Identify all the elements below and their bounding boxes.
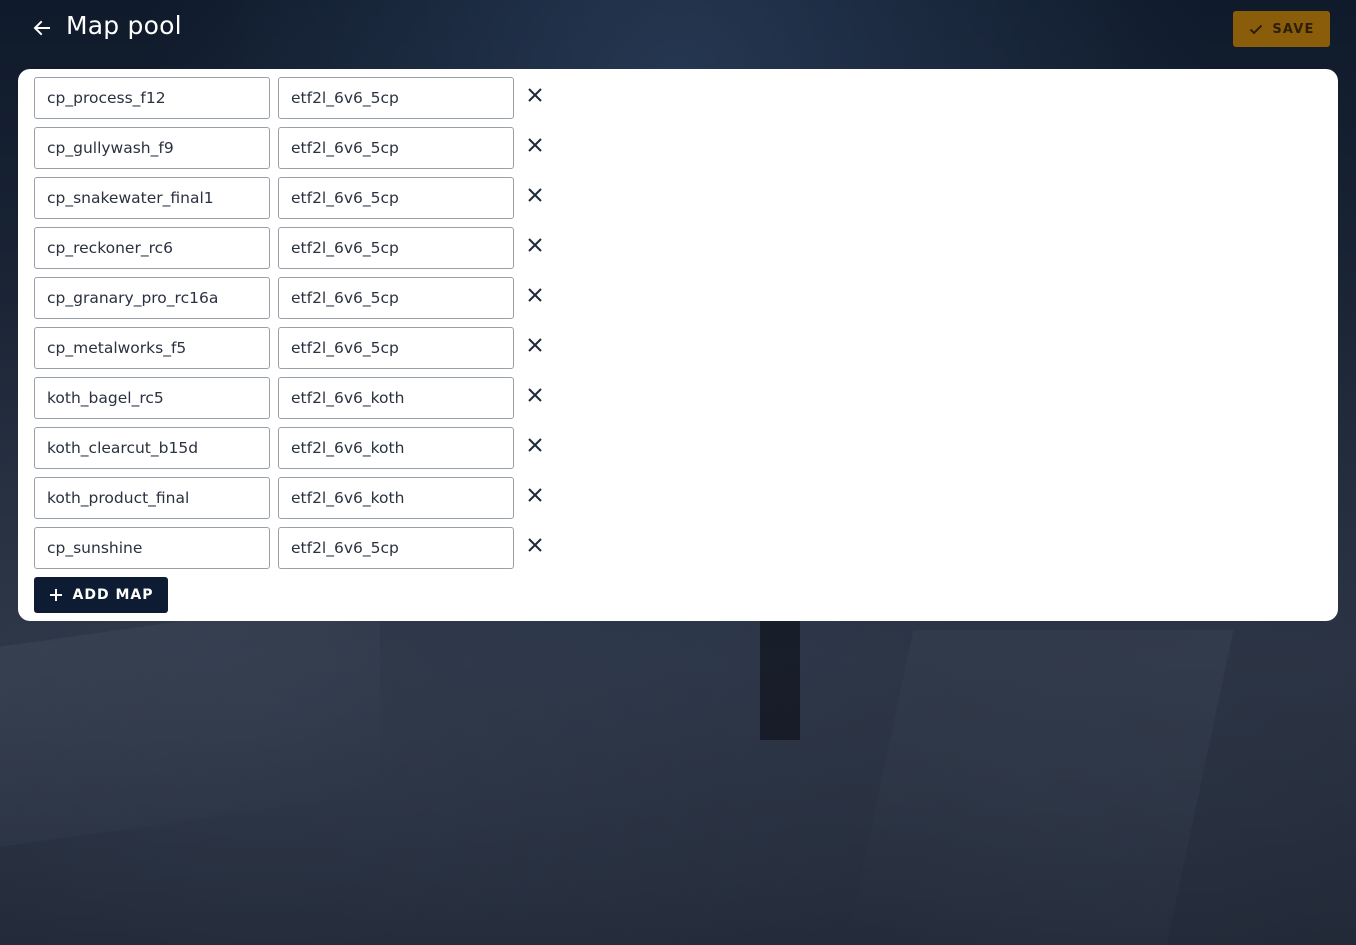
close-icon [528,388,542,402]
config-name-input[interactable] [278,227,514,269]
map-row [34,377,574,419]
map-pool-panel: ADD MAP [18,69,1338,621]
map-name-input[interactable] [34,77,270,119]
map-name-input[interactable] [34,377,270,419]
map-row [34,477,574,519]
map-row [34,327,574,369]
remove-map-button[interactable] [523,533,547,557]
remove-map-button[interactable] [523,433,547,457]
config-name-input[interactable] [278,377,514,419]
map-name-input[interactable] [34,327,270,369]
config-name-input[interactable] [278,177,514,219]
remove-map-button[interactable] [523,333,547,357]
map-name-input[interactable] [34,277,270,319]
close-icon [528,188,542,202]
map-name-input[interactable] [34,427,270,469]
add-map-label: ADD MAP [72,587,154,603]
remove-map-button[interactable] [523,283,547,307]
arrow-left-icon [33,20,50,36]
remove-map-button[interactable] [523,233,547,257]
close-icon [528,438,542,452]
map-row [34,77,574,119]
map-name-input[interactable] [34,127,270,169]
remove-map-button[interactable] [523,133,547,157]
config-name-input[interactable] [278,327,514,369]
save-label: SAVE [1272,21,1315,37]
page-header: Map pool SAVE [0,0,1356,58]
close-icon [528,338,542,352]
remove-map-button[interactable] [523,83,547,107]
config-name-input[interactable] [278,477,514,519]
map-name-input[interactable] [34,177,270,219]
close-icon [528,488,542,502]
map-row [34,527,574,569]
background-detail [760,620,800,740]
map-name-input[interactable] [34,527,270,569]
map-row [34,227,574,269]
close-icon [528,538,542,552]
back-button[interactable] [28,14,56,42]
close-icon [528,138,542,152]
map-list [34,77,574,577]
check-icon [1250,24,1263,35]
add-map-button[interactable]: ADD MAP [34,577,168,613]
save-button[interactable]: SAVE [1233,11,1330,47]
config-name-input[interactable] [278,427,514,469]
config-name-input[interactable] [278,127,514,169]
remove-map-button[interactable] [523,483,547,507]
config-name-input[interactable] [278,77,514,119]
config-name-input[interactable] [278,277,514,319]
map-row [34,177,574,219]
close-icon [528,238,542,252]
close-icon [528,88,542,102]
plus-icon [49,589,62,601]
remove-map-button[interactable] [523,183,547,207]
page-title: Map pool [66,11,182,40]
map-name-input[interactable] [34,477,270,519]
background-detail [846,630,1234,945]
map-row [34,277,574,319]
close-icon [528,288,542,302]
map-row [34,127,574,169]
map-row [34,427,574,469]
remove-map-button[interactable] [523,383,547,407]
config-name-input[interactable] [278,527,514,569]
map-name-input[interactable] [34,227,270,269]
